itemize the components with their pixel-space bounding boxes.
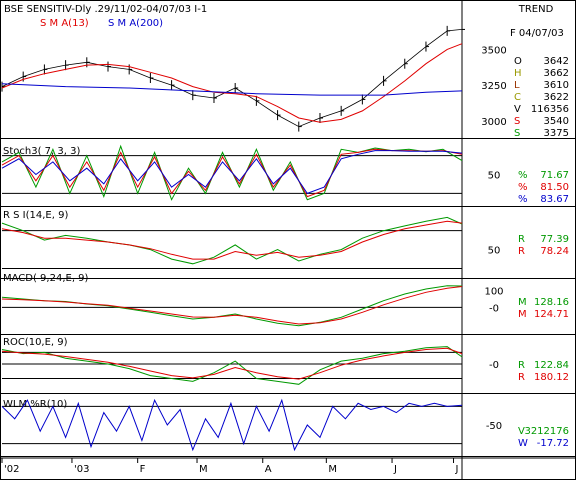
x-tick-label: J — [455, 464, 459, 475]
legend-sma-13: S M A(13) — [40, 18, 89, 29]
readout-key: R — [518, 246, 525, 257]
readout-key: % — [518, 194, 528, 205]
x-tick-label: F — [140, 464, 146, 475]
trend-label: TREND — [518, 4, 554, 15]
readout-value: 83.67 — [540, 194, 569, 205]
readout-key: M — [518, 309, 527, 320]
readout-value: 122.84 — [534, 360, 569, 371]
readout-value: 3610 — [544, 80, 569, 91]
panel-label: MACD( 9,24,E, 9) — [3, 273, 89, 284]
x-tick-label: M — [328, 464, 337, 475]
series-line-price-1 — [1, 43, 463, 123]
readout-value: 81.50 — [540, 182, 569, 193]
readout-value: 71.67 — [540, 170, 569, 181]
y-tick-label: -0 — [489, 303, 499, 314]
readout-key: W — [518, 438, 528, 449]
readout-key: O — [514, 56, 522, 67]
panel-label: R S I(14,E, 9) — [3, 210, 68, 221]
series-line-macd-1 — [1, 286, 463, 325]
readout-key: H — [514, 68, 522, 79]
x-tick-label: J — [393, 464, 397, 475]
readout-value: -17.72 — [537, 438, 569, 449]
readout-key: V — [514, 104, 521, 115]
y-tick-label: 3500 — [481, 45, 506, 56]
price-series — [1, 29, 463, 128]
x-tick-label: '02 — [4, 464, 19, 475]
readout-value: 3642 — [544, 56, 569, 67]
y-tick-label: 3250 — [481, 81, 506, 92]
y-tick-label: 50 — [488, 246, 501, 257]
panel-label: WLM %R(10) — [3, 399, 67, 410]
readout-value: 77.39 — [540, 234, 569, 245]
series-line-rsi-0 — [1, 216, 463, 265]
readout-key: M — [518, 297, 527, 308]
y-tick-label: -50 — [486, 421, 502, 432]
readout-value: 3622 — [544, 92, 569, 103]
readout-value: 3662 — [544, 68, 569, 79]
x-tick-label: M — [199, 464, 208, 475]
readout-value: 3375 — [544, 128, 569, 139]
x-tick-label: A — [265, 464, 272, 475]
readout-key: R — [518, 234, 525, 245]
y-tick-label: 100 — [484, 287, 503, 298]
chart-svg: BSE SENSITIV-Dly .29/11/02-04/07/03 I-1 T… — [0, 0, 576, 480]
readout-value: 180.12 — [534, 372, 569, 383]
series-line-rsi-1 — [1, 220, 463, 260]
readout-key: C — [514, 92, 521, 103]
readout-value: 78.24 — [540, 246, 569, 257]
panel-label: ROC(10,E, 9) — [3, 337, 68, 348]
readout-key: % — [518, 182, 528, 193]
readout-key: R — [518, 360, 525, 371]
y-tick-label: 3000 — [481, 117, 506, 128]
readout-key: S — [514, 116, 520, 127]
readout-value: 3212176 — [524, 426, 569, 437]
readout-key: S — [514, 128, 520, 139]
chart-figure: BSE SENSITIV-Dly .29/11/02-04/07/03 I-1 T… — [0, 0, 576, 484]
readout-key: L — [514, 80, 520, 91]
series-line-macd-0 — [1, 285, 463, 327]
x-tick-label: '03 — [74, 464, 89, 475]
readout-key: % — [518, 170, 528, 181]
readout-value: 116356 — [531, 104, 569, 115]
readout-value: 3540 — [544, 116, 569, 127]
legend-sma-200: S M A(200) — [108, 18, 163, 29]
readout-value: 128.16 — [534, 297, 569, 308]
y-tick-label: -0 — [489, 360, 499, 371]
chart-title: BSE SENSITIV-Dly .29/11/02-04/07/03 I-1 — [4, 4, 207, 15]
readout-date: F 04/07/03 — [510, 28, 564, 39]
y-tick-label: 50 — [488, 171, 501, 182]
readout-key: R — [518, 372, 525, 383]
readout-value: 124.71 — [534, 309, 569, 320]
series-line-stoch-2 — [1, 150, 463, 195]
series-line-wlm-0 — [1, 398, 463, 452]
